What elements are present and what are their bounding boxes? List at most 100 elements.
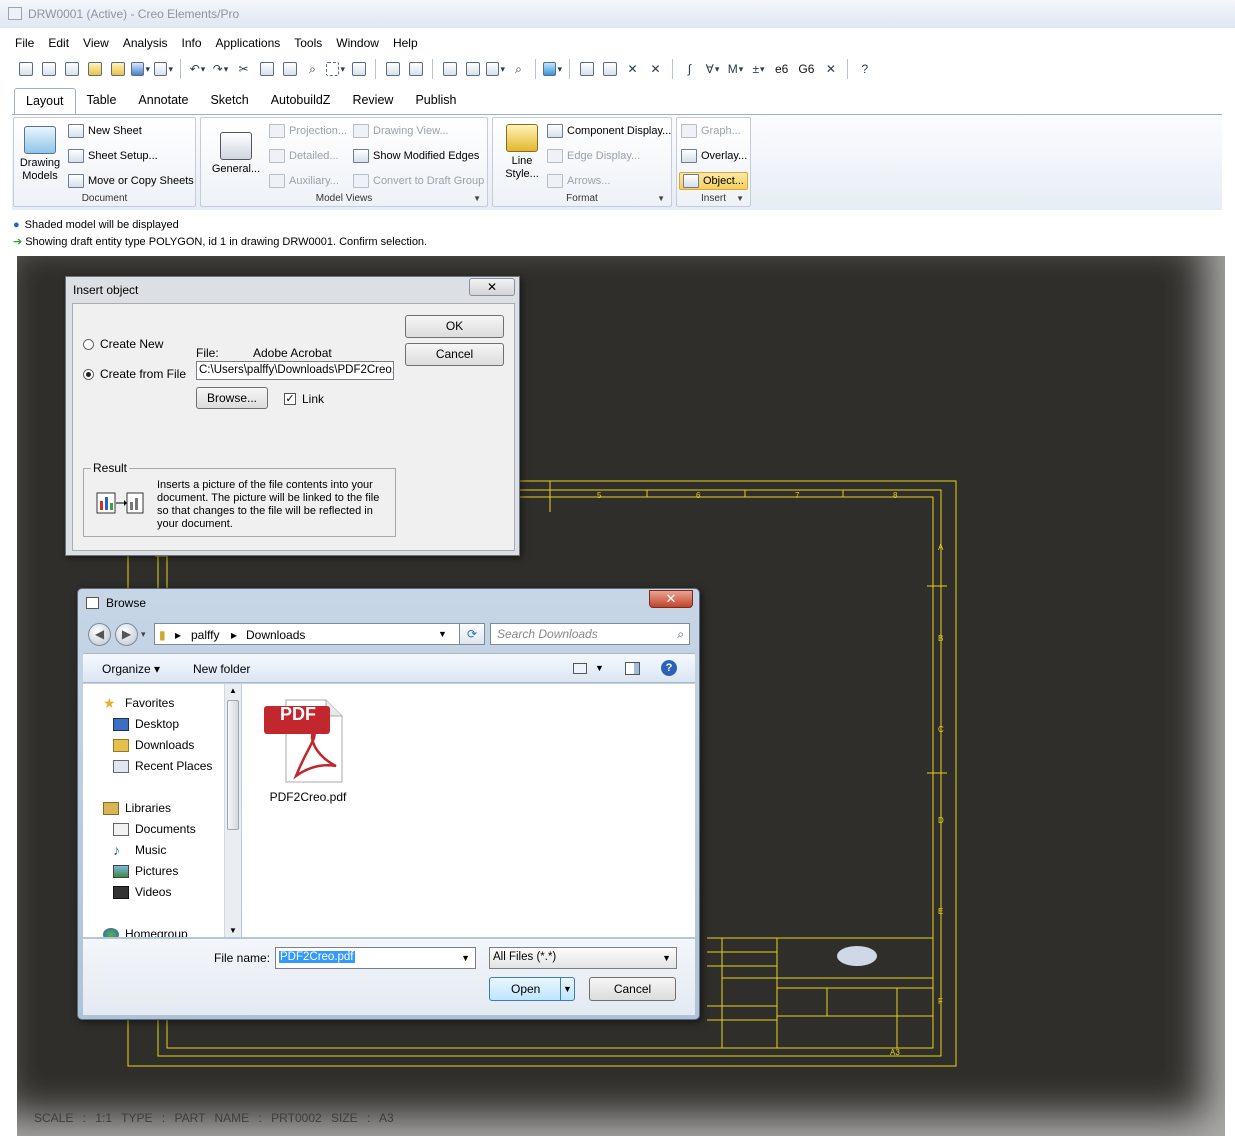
address-dropdown-icon[interactable]: ▼ bbox=[438, 629, 447, 639]
point-display-icon[interactable]: ✕ bbox=[646, 60, 665, 79]
drawing-view-button[interactable]: Drawing View... bbox=[353, 124, 449, 138]
group-insert-expand-icon[interactable]: ▼ bbox=[736, 194, 744, 203]
file-name-dropdown-icon[interactable]: ▼ bbox=[461, 953, 470, 963]
nav-downloads[interactable]: Downloads bbox=[113, 738, 194, 752]
nav-desktop[interactable]: Desktop bbox=[113, 717, 179, 731]
scrollbar-thumb[interactable] bbox=[227, 700, 239, 830]
help-icon[interactable]: ? bbox=[661, 660, 677, 676]
context-help-icon[interactable]: ? bbox=[855, 60, 874, 79]
copy-icon[interactable] bbox=[257, 60, 276, 79]
nav-homegroup[interactable]: Homegroup bbox=[103, 927, 188, 937]
search-input[interactable]: Search Downloads ⌕ bbox=[490, 623, 690, 645]
graph-button[interactable]: Graph... bbox=[681, 124, 741, 138]
zoom-icon[interactable]: ⌕ bbox=[509, 60, 528, 79]
tab-review[interactable]: Review bbox=[341, 88, 404, 114]
create-new-radio[interactable]: Create New bbox=[83, 337, 163, 351]
convert-draft-group-button[interactable]: Convert to Draft Group bbox=[353, 174, 484, 188]
tab-publish[interactable]: Publish bbox=[404, 88, 467, 114]
browse-cancel-button[interactable]: Cancel bbox=[589, 977, 676, 1001]
cut-icon[interactable]: ✂ bbox=[234, 60, 253, 79]
datum-display-icon[interactable] bbox=[600, 60, 619, 79]
menu-applications[interactable]: Applications bbox=[209, 34, 288, 54]
create-from-file-radio[interactable]: Create from File bbox=[83, 367, 186, 381]
overlay-button[interactable]: Overlay... bbox=[681, 149, 747, 163]
open-folder-icon[interactable] bbox=[85, 60, 104, 79]
group-model-views-expand-icon[interactable]: ▼ bbox=[473, 194, 481, 203]
edge-display-button[interactable]: Edge Display... bbox=[547, 149, 640, 163]
update-all-icon[interactable] bbox=[463, 60, 482, 79]
open-button[interactable]: Open ▼ bbox=[489, 977, 575, 1001]
selection-box-icon[interactable] bbox=[326, 60, 345, 79]
scroll-down-icon[interactable]: ▼ bbox=[229, 926, 237, 935]
insert-object-close-button[interactable]: ✕ bbox=[469, 278, 515, 296]
nav-favorites[interactable]: ★ Favorites bbox=[103, 696, 174, 711]
auxiliary-button[interactable]: Auxiliary... bbox=[269, 174, 339, 188]
close-window-icon[interactable] bbox=[39, 60, 58, 79]
nav-videos[interactable]: Videos bbox=[113, 885, 171, 899]
browse-close-button[interactable]: ✕ bbox=[649, 590, 693, 608]
new-file-icon[interactable] bbox=[62, 60, 81, 79]
recent-locations-chevron-icon[interactable]: ▾ bbox=[141, 629, 146, 640]
line-style-button[interactable]: Line Style... bbox=[501, 124, 543, 181]
fit-tolerance-icon[interactable]: ✕ bbox=[821, 60, 840, 79]
scroll-up-icon[interactable]: ▲ bbox=[229, 686, 237, 695]
view-options-dropdown-icon[interactable]: ▼ bbox=[595, 663, 604, 673]
tolerance-icon[interactable]: ± bbox=[749, 60, 768, 79]
erase-icon[interactable] bbox=[577, 60, 596, 79]
toolbar-g6-button[interactable]: G6 bbox=[798, 62, 814, 76]
print-icon[interactable] bbox=[154, 60, 173, 79]
menu-view[interactable]: View bbox=[76, 34, 116, 54]
menu-file[interactable]: File bbox=[8, 34, 41, 54]
datum-symbol-icon[interactable]: M bbox=[726, 60, 745, 79]
file-name-input[interactable]: PDF2Creo.pdf ▼ bbox=[275, 947, 476, 969]
navigation-scrollbar[interactable]: ▲ ▼ bbox=[224, 684, 241, 937]
tab-table[interactable]: Table bbox=[76, 88, 128, 114]
toolbar-e6-button[interactable]: e6 bbox=[775, 62, 788, 76]
move-copy-sheets-button[interactable]: Move or Copy Sheets bbox=[68, 174, 194, 188]
nav-pictures[interactable]: Pictures bbox=[113, 864, 178, 878]
back-arrow-icon[interactable]: ◀ bbox=[88, 623, 111, 646]
file-item-pdf[interactable]: PDF PDF2Creo.pdf bbox=[264, 696, 352, 808]
menu-help[interactable]: Help bbox=[386, 34, 425, 54]
sheet-setup-button[interactable]: Sheet Setup... bbox=[68, 149, 158, 163]
new-sheet-button[interactable]: New Sheet bbox=[68, 124, 142, 138]
undo-icon[interactable]: ↶ bbox=[188, 60, 207, 79]
breadcrumb-palffy[interactable]: palffy bbox=[191, 628, 219, 642]
repaint-icon[interactable] bbox=[440, 60, 459, 79]
view-options-icon[interactable] bbox=[573, 663, 587, 674]
group-format-expand-icon[interactable]: ▼ bbox=[657, 194, 665, 203]
menu-tools[interactable]: Tools bbox=[287, 34, 329, 54]
forward-arrow-icon[interactable]: ▶ bbox=[115, 623, 138, 646]
save-icon[interactable] bbox=[131, 60, 150, 79]
drawing-models-button[interactable]: Drawing Models bbox=[18, 126, 62, 183]
tab-sketch[interactable]: Sketch bbox=[199, 88, 259, 114]
breadcrumb-downloads[interactable]: Downloads bbox=[246, 628, 305, 642]
tab-autobuildz[interactable]: AutobuildZ bbox=[260, 88, 342, 114]
object-button[interactable]: Object... bbox=[679, 172, 748, 190]
layers-icon[interactable] bbox=[383, 60, 402, 79]
show-modified-edges-button[interactable]: Show Modified Edges bbox=[353, 149, 479, 163]
sketch-line-icon[interactable]: ∫ bbox=[680, 60, 699, 79]
file-type-dropdown-icon[interactable]: ▼ bbox=[662, 953, 671, 963]
link-checkbox[interactable]: ✓ Link bbox=[284, 392, 324, 406]
menu-edit[interactable]: Edit bbox=[41, 34, 76, 54]
projection-button[interactable]: Projection... bbox=[269, 124, 347, 138]
detailed-button[interactable]: Detailed... bbox=[269, 149, 339, 163]
find-icon[interactable]: ⌕ bbox=[303, 60, 322, 79]
file-path-input[interactable]: C:\Users\palffy\Downloads\PDF2Creo.pdf bbox=[196, 361, 394, 380]
arrows-button[interactable]: Arrows... bbox=[547, 174, 610, 188]
nav-libraries[interactable]: Libraries bbox=[103, 801, 171, 815]
select-from-list-icon[interactable] bbox=[349, 60, 368, 79]
component-display-button[interactable]: Component Display... bbox=[547, 124, 671, 138]
paste-icon[interactable] bbox=[280, 60, 299, 79]
ok-button[interactable]: OK bbox=[405, 315, 504, 338]
nav-music[interactable]: ♪ Music bbox=[113, 843, 166, 858]
preview-pane-icon[interactable] bbox=[625, 662, 640, 675]
browse-button[interactable]: Browse... bbox=[196, 387, 268, 409]
refresh-icon[interactable]: ⟳ bbox=[459, 623, 485, 645]
redo-icon[interactable]: ↷ bbox=[211, 60, 230, 79]
nav-documents[interactable]: Documents bbox=[113, 822, 196, 836]
tab-annotate[interactable]: Annotate bbox=[127, 88, 199, 114]
menu-info[interactable]: Info bbox=[175, 34, 209, 54]
menu-window[interactable]: Window bbox=[329, 34, 386, 54]
